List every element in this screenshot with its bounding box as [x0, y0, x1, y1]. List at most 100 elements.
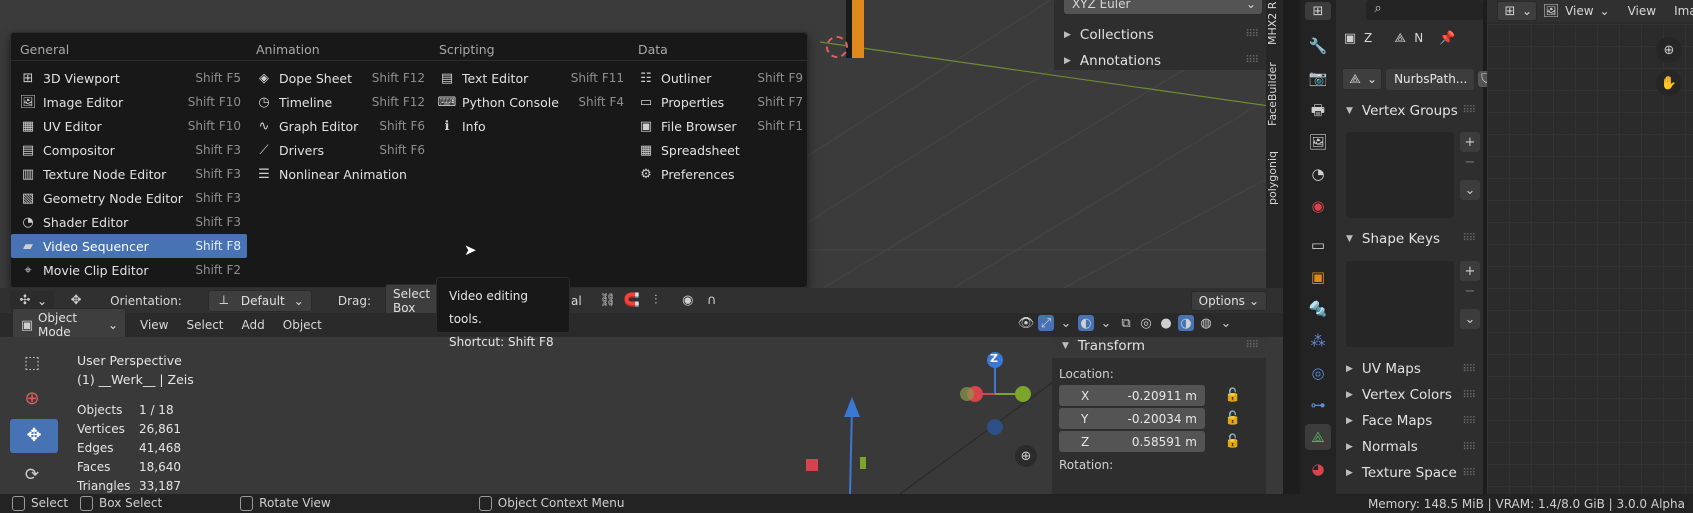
view-select[interactable]: View [1565, 4, 1593, 18]
wireframe-icon[interactable]: ◎ [1138, 315, 1154, 331]
grip-icon[interactable]: ⠿⠿ [1462, 442, 1476, 453]
image-menu[interactable]: Imag [1674, 4, 1693, 18]
menu-item-compositor[interactable]: ▤ Compositor Shift F3 [11, 138, 247, 162]
lock-icon[interactable]: 🔓 [1225, 411, 1241, 427]
lock-icon[interactable]: 🔓 [1225, 388, 1241, 404]
select-box-icon[interactable]: ⬚ [16, 347, 48, 379]
view-layer-tab-icon[interactable]: 🖼 [1305, 129, 1331, 155]
add-icon[interactable]: + [1460, 132, 1480, 152]
view-menu[interactable]: View [1628, 4, 1656, 18]
solid-icon[interactable]: ● [1158, 315, 1174, 331]
location-field[interactable]: Z 0.58591 m [1059, 431, 1205, 452]
rotate-icon[interactable]: ⟳ [16, 459, 48, 491]
image-editor[interactable]: ⊞⌄ 🖼 View⌄ View Imag ⊕ ✋ [1487, 0, 1693, 494]
shape-keys-list[interactable] [1346, 261, 1454, 347]
menu-item-texture-node-editor[interactable]: ▥ Texture Node Editor Shift F3 [11, 162, 247, 186]
specials-icon[interactable]: ⌄ [1460, 180, 1480, 200]
material-tab-icon[interactable]: ◕ [1305, 456, 1331, 482]
specials-icon[interactable]: ⌄ [1460, 309, 1480, 329]
grip-icon[interactable]: ⠿⠿ [1462, 390, 1476, 401]
data-type-button[interactable]: ⟁ ⌄ [1342, 68, 1383, 90]
menu-item-3d-viewport[interactable]: ⊞ 3D Viewport Shift F5 [11, 66, 247, 90]
xray-icon[interactable]: ⧉ [1118, 315, 1134, 331]
grip-icon[interactable]: ⠿⠿ [1462, 416, 1476, 427]
section-face-maps[interactable]: ▶ Face Maps ⠿⠿ [1336, 408, 1483, 434]
image-icon[interactable]: 🖼 [1543, 3, 1560, 19]
menu-item-file-browser[interactable]: ▣ File Browser Shift F1 [629, 114, 809, 138]
scene-tab-icon[interactable]: ◔ [1305, 161, 1331, 187]
zoom-icon[interactable]: ⊕ [1656, 37, 1682, 63]
menu-item-image-editor[interactable]: 🖼 Image Editor Shift F10 [11, 90, 247, 114]
world-tab-icon[interactable]: ◉ [1305, 193, 1331, 219]
menu-item-outliner[interactable]: ☷ Outliner Shift F9 [629, 66, 809, 90]
menu-item-shader-editor[interactable]: ◔ Shader Editor Shift F3 [11, 210, 247, 234]
menu-item-drivers[interactable]: ⟋ Drivers Shift F6 [247, 138, 431, 162]
modifier-tab-icon[interactable]: 🔩 [1305, 296, 1331, 322]
visibility-icon[interactable]: 👁 [1018, 315, 1035, 331]
menu-item-text-editor[interactable]: ▤ Text Editor Shift F11 [430, 66, 630, 90]
output-tab-icon[interactable]: 🖶 [1305, 97, 1331, 123]
cursor-icon[interactable]: ⊕ [16, 383, 48, 415]
move-icon[interactable]: ✥ [10, 419, 58, 453]
transform-header[interactable]: ▼ Transform ⠿⠿ [1052, 337, 1266, 358]
menu-item-nonlinear-animation[interactable]: ☰ Nonlinear Animation [247, 162, 431, 186]
snap-target-icon[interactable]: ⫶ [648, 293, 664, 309]
physics-tab-icon[interactable]: ◎ [1305, 360, 1331, 386]
grip-icon[interactable]: ⠿⠿ [1462, 468, 1476, 479]
menu-item-dope-sheet[interactable]: ◈ Dope Sheet Shift F12 [247, 66, 431, 90]
falloff-icon[interactable]: ∩ [704, 293, 720, 309]
menu-select[interactable]: Select [186, 318, 223, 332]
shape-keys-section[interactable]: ▼ Shape Keys ⠿⠿ [1336, 226, 1483, 251]
proportional-icon[interactable]: ◉ [680, 293, 696, 309]
section-uv-maps[interactable]: ▶ UV Maps ⠿⠿ [1336, 356, 1483, 382]
zoom-icon[interactable]: ⊕ [1015, 445, 1037, 467]
section-vertex-colors[interactable]: ▶ Vertex Colors ⠿⠿ [1336, 382, 1483, 408]
hand-icon[interactable]: ✋ [1656, 70, 1682, 96]
menu-item-geometry-node-editor[interactable]: ▧ Geometry Node Editor Shift F3 [11, 186, 247, 210]
remove-icon[interactable]: − [1460, 281, 1480, 301]
tab-polygoniq[interactable]: polygoniq [1266, 144, 1283, 212]
annotations-section[interactable]: ▶ Annotations ⠿⠿ [1054, 48, 1266, 73]
properties-search[interactable]: ⌕ [1366, 0, 1483, 20]
menu-item-preferences[interactable]: ⚙ Preferences [629, 162, 809, 186]
menu-item-timeline[interactable]: ◷ Timeline Shift F12 [247, 90, 431, 114]
move-tool-icon[interactable]: ✥ [68, 293, 84, 309]
rotation-mode-select[interactable]: XYZ Euler ⌄ [1064, 0, 1262, 14]
snap-icon[interactable]: 🧲 [624, 293, 640, 309]
grip-icon[interactable]: ⠿⠿ [1462, 364, 1476, 375]
collection-tab-icon[interactable]: ▭ [1305, 232, 1331, 258]
add-icon[interactable]: + [1460, 261, 1480, 281]
render-tab-icon[interactable]: 📷 [1305, 65, 1331, 91]
menu-item-uv-editor[interactable]: ▦ UV Editor Shift F10 [11, 114, 247, 138]
bottom-viewport[interactable]: ⬚ ⊕ ✥ ⟳ User Perspective (1) __Werk__ | … [0, 337, 1283, 494]
tool-tab-icon[interactable]: 🔧 [1305, 33, 1331, 59]
tab-mhx2[interactable]: MHX2 R [1266, 0, 1283, 46]
data-tab-icon[interactable]: ⟁ [1305, 424, 1331, 450]
section-normals[interactable]: ▶ Normals ⠿⠿ [1336, 434, 1483, 460]
menu-item-video-sequencer[interactable]: ▰ Video Sequencer Shift F8 [11, 234, 247, 258]
pin-icon[interactable]: 📌 [1439, 30, 1455, 46]
particles-tab-icon[interactable]: ⁂ [1305, 328, 1331, 354]
constraints-tab-icon[interactable]: ⊶ [1305, 392, 1331, 418]
options-button[interactable]: Options ⌄ [1190, 290, 1267, 311]
menu-add[interactable]: Add [242, 318, 265, 332]
rendered-icon[interactable]: ◍ [1198, 315, 1214, 331]
location-field[interactable]: Y -0.20034 m [1059, 408, 1205, 429]
data-name-field[interactable]: NurbsPath... [1386, 68, 1475, 90]
shading-dropdown-icon[interactable]: ⌄ [1218, 315, 1234, 331]
menu-item-properties[interactable]: ▭ Properties Shift F7 [629, 90, 809, 114]
lock-icon[interactable]: 🔓 [1225, 434, 1241, 450]
overlay-icon[interactable]: ◐ [1078, 315, 1094, 331]
editor-type-icon[interactable]: ⊞ [1305, 2, 1331, 20]
tab-facebuilder[interactable]: FaceBuilder [1266, 56, 1283, 132]
link-icon[interactable]: ⛓ [599, 293, 616, 309]
location-field[interactable]: X -0.20911 m [1059, 385, 1205, 406]
vertex-groups-section[interactable]: ▼ Vertex Groups ⠿⠿ [1336, 98, 1483, 123]
vertex-groups-list[interactable] [1346, 132, 1454, 218]
menu-view[interactable]: View [140, 318, 168, 332]
orientation-select[interactable]: ⟂ Default ⌄ [207, 289, 312, 312]
menu-object[interactable]: Object [283, 318, 322, 332]
overlay-dropdown-icon[interactable]: ⌄ [1098, 315, 1114, 331]
menu-item-info[interactable]: ℹ Info [430, 114, 630, 138]
section-texture-space[interactable]: ▶ Texture Space ⠿⠿ [1336, 460, 1483, 486]
